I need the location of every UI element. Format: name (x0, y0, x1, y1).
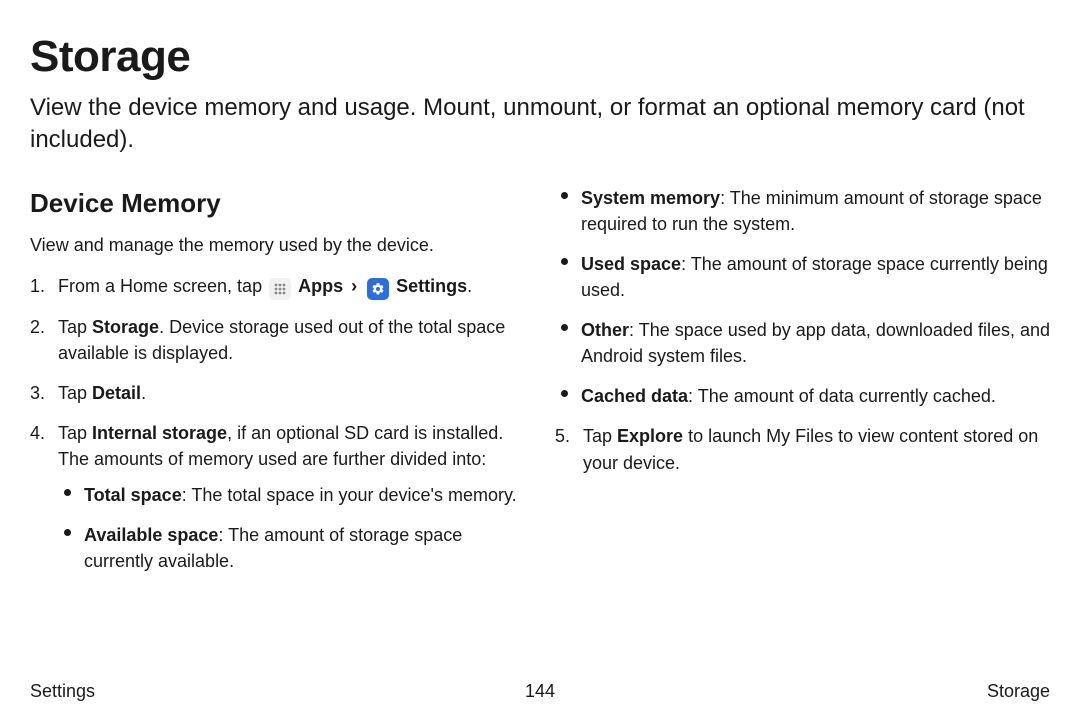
step-1-suffix: . (467, 276, 472, 296)
bullet-other: Other: The space used by app data, downl… (555, 317, 1050, 369)
step-4: Tap Internal storage, if an optional SD … (30, 420, 525, 574)
bullet-system-memory: System memory: The minimum amount of sto… (555, 185, 1050, 237)
steps-list: From a Home screen, tap Apps › Settings. (30, 273, 525, 575)
bullet-total-space-bold: Total space (84, 485, 182, 505)
step-3-bold: Detail (92, 383, 141, 403)
bullet-cached-data: Cached data: The amount of data currentl… (555, 383, 1050, 409)
bullet-available-space: Available space: The amount of storage s… (58, 522, 525, 574)
section-subintro: View and manage the memory used by the d… (30, 232, 525, 258)
apps-icon (269, 278, 291, 300)
bullet-cached-data-bold: Cached data (581, 386, 688, 406)
step-3-b: . (141, 383, 146, 403)
bullet-cached-data-rest: : The amount of data currently cached. (688, 386, 996, 406)
page-intro: View the device memory and usage. Mount,… (30, 92, 1050, 157)
step-2-a: Tap (58, 317, 92, 337)
right-column: System memory: The minimum amount of sto… (555, 185, 1050, 589)
step-5-bold: Explore (617, 426, 683, 446)
step-5: Tap Explore to launch My Files to view c… (555, 423, 1050, 475)
steps-list-continued: Tap Explore to launch My Files to view c… (555, 423, 1050, 475)
bullet-used-space: Used space: The amount of storage space … (555, 251, 1050, 303)
step-4-bold: Internal storage (92, 423, 227, 443)
bullet-used-space-bold: Used space (581, 254, 681, 274)
caret-icon: › (351, 273, 357, 299)
step-5-a: Tap (583, 426, 617, 446)
footer-left: Settings (30, 681, 95, 702)
bullet-available-space-bold: Available space (84, 525, 218, 545)
left-column: Device Memory View and manage the memory… (30, 185, 525, 589)
bullet-total-space: Total space: The total space in your dev… (58, 482, 525, 508)
bullet-total-space-rest: : The total space in your device's memor… (182, 485, 517, 505)
page-title: Storage (30, 32, 1050, 82)
footer-right: Storage (987, 681, 1050, 702)
step-1-prefix: From a Home screen, tap (58, 276, 267, 296)
bullet-other-rest: : The space used by app data, downloaded… (581, 320, 1050, 366)
page-footer: Settings 144 Storage (30, 681, 1050, 702)
step-1: From a Home screen, tap Apps › Settings. (30, 273, 525, 300)
apps-label: Apps (298, 276, 343, 296)
bullet-other-bold: Other (581, 320, 629, 340)
step-4-a: Tap (58, 423, 92, 443)
footer-page-number: 144 (525, 681, 555, 702)
step-2: Tap Storage. Device storage used out of … (30, 314, 525, 366)
content-columns: Device Memory View and manage the memory… (30, 185, 1050, 589)
bullets-left: Total space: The total space in your dev… (58, 482, 525, 574)
bullet-system-memory-bold: System memory (581, 188, 720, 208)
step-2-bold: Storage (92, 317, 159, 337)
settings-icon (367, 278, 389, 300)
step-3-a: Tap (58, 383, 92, 403)
bullets-right: System memory: The minimum amount of sto… (555, 185, 1050, 410)
settings-label: Settings (396, 276, 467, 296)
section-heading: Device Memory (30, 185, 525, 223)
step-3: Tap Detail. (30, 380, 525, 406)
